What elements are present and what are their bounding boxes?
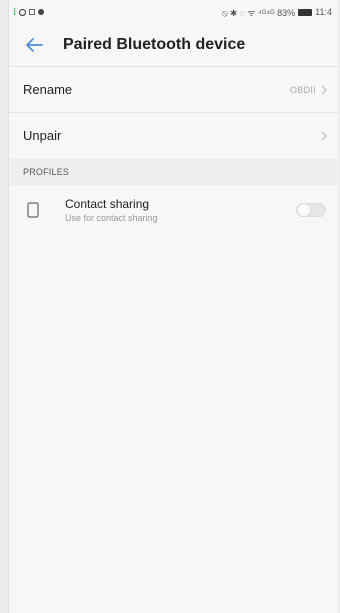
- notification-icon: ⁝: [13, 6, 17, 18]
- back-arrow-icon[interactable]: [23, 34, 45, 56]
- chevron-right-icon: [321, 131, 327, 140]
- chevron-right-icon: [321, 85, 327, 94]
- message-icon: [38, 9, 45, 15]
- unpair-label: Unpair: [23, 128, 62, 143]
- bluetooth-device-screen: ⁝ ⦸ ✱ ◌ ᯤ ⁴ᴳ⁴ᴳ 83% 11:4 Paired Bluetooth…: [8, 0, 338, 613]
- toggle-knob: [297, 203, 311, 217]
- profile-subtitle: Use for contact sharing: [65, 213, 158, 223]
- rename-value-group: OBDII: [290, 85, 328, 95]
- profile-row-contact-sharing[interactable]: Contact sharing Use for contact sharing: [9, 186, 338, 234]
- profile-text: Contact sharing Use for contact sharing: [65, 197, 296, 223]
- page-title: Paired Bluetooth device: [63, 36, 246, 53]
- device-name-value: OBDII: [289, 84, 316, 95]
- status-left-icons: ⁝: [13, 6, 45, 18]
- rename-label: Rename: [23, 82, 73, 97]
- phone-icon: [27, 202, 39, 218]
- profiles-section-header: PROFILES: [9, 158, 338, 186]
- status-indicators: ⦸ ✱ ◌ ᯤ ⁴ᴳ⁴ᴳ 83%: [221, 7, 296, 18]
- rename-row[interactable]: Rename OBDII: [9, 67, 338, 112]
- unpair-chevron-group: [320, 131, 328, 141]
- contact-sharing-toggle[interactable]: [296, 203, 326, 217]
- status-bar: ⁝ ⦸ ✱ ◌ ᯤ ⁴ᴳ⁴ᴳ 83% 11:4: [9, 0, 338, 24]
- battery-icon: [298, 8, 313, 16]
- gallery-icon: [29, 9, 36, 15]
- app-bar: Paired Bluetooth device: [9, 24, 338, 66]
- unpair-row[interactable]: Unpair: [9, 113, 338, 158]
- profile-title: Contact sharing: [65, 197, 150, 211]
- status-right-icons: ⦸ ✱ ◌ ᯤ ⁴ᴳ⁴ᴳ 83% 11:4: [222, 6, 332, 19]
- status-time: 11:4: [315, 7, 332, 17]
- sync-icon: [19, 8, 27, 16]
